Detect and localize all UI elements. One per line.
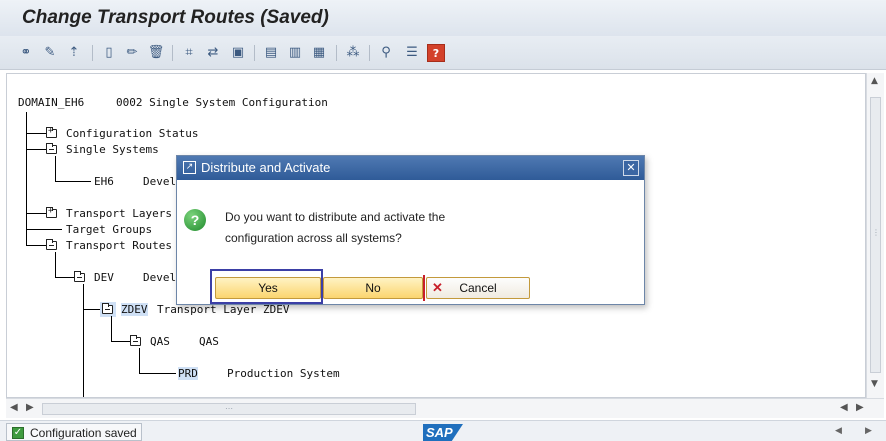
sap-logo: SAP [423, 424, 463, 441]
scroll-right-icon[interactable]: ▶ [26, 402, 34, 413]
status-bar: ✓ Configuration saved SAP ◀ ▶ [0, 420, 886, 441]
tree-item-transport-layers[interactable]: Transport Layers [66, 207, 172, 220]
tree-root-code[interactable]: DOMAIN_EH6 [18, 96, 84, 109]
tree-item-zdev-code[interactable]: ZDEV [121, 303, 148, 316]
scroll-right-icon[interactable]: ▶ [856, 402, 864, 413]
cancel-marker [423, 275, 425, 301]
tree-item-qas-code[interactable]: QAS [150, 335, 170, 348]
dialog-message-line1: Do you want to distribute and activate t… [225, 210, 446, 224]
tree-connector [55, 252, 56, 277]
cancel-label: Cancel [459, 281, 497, 295]
tree-connector [55, 181, 91, 182]
success-check-icon: ✓ [12, 427, 24, 439]
grip-icon: ⋯ [225, 404, 233, 413]
cancel-button[interactable]: ✕ Cancel [426, 277, 530, 299]
dialog-title: Distribute and Activate [201, 160, 331, 175]
tree-item-prd-desc: Production System [227, 367, 340, 380]
status-message-text: Configuration saved [30, 426, 137, 440]
toolbar-separator [92, 45, 93, 61]
status-message[interactable]: ✓ Configuration saved [6, 423, 142, 441]
toolbar-separator [254, 45, 255, 61]
tree-root-desc: 0002 Single System Configuration [116, 96, 328, 109]
grid-detail-icon[interactable]: ▥ [286, 44, 304, 62]
tree-item-dev-desc: Devel [143, 271, 177, 284]
tree-connector [55, 277, 74, 278]
status-right-arrow-icon[interactable]: ▶ [865, 426, 872, 436]
scroll-left-icon[interactable]: ◀ [10, 402, 18, 413]
tree-item-qas-desc: QAS [199, 335, 219, 348]
cancel-x-icon: ✕ [432, 280, 443, 295]
toolbar-separator [336, 45, 337, 61]
grid-icon[interactable]: ▤ [262, 44, 280, 62]
tree-connector [111, 341, 130, 342]
toolbar-separator [172, 45, 173, 61]
tree-connector [139, 373, 176, 374]
folder-open-icon[interactable] [130, 335, 141, 346]
folder-closed-icon[interactable] [46, 126, 57, 138]
find-icon[interactable]: ⚲ [377, 44, 395, 62]
tree-connector [26, 245, 46, 246]
folder-open-icon[interactable] [46, 239, 57, 250]
glasses-edit-icon[interactable]: ⚭ [17, 44, 35, 62]
tree-connector [26, 149, 46, 150]
vertical-scrollbar[interactable]: ▲ ⋮ ▼ [866, 73, 884, 398]
tree-connector [111, 316, 112, 341]
grid-export-icon[interactable]: ▦ [310, 44, 328, 62]
tree-connector [26, 229, 62, 230]
pencil-glasses-icon[interactable]: ✎ [41, 44, 59, 62]
tree-item-transport-routes[interactable]: Transport Routes [66, 239, 172, 252]
distribute-activate-dialog: ↗ Distribute and Activate ✕ ? Do you wan… [176, 155, 645, 305]
page-title: Change Transport Routes (Saved) [22, 7, 329, 28]
folder-closed-icon[interactable] [46, 206, 57, 218]
dialog-title-bar[interactable]: ↗ Distribute and Activate ✕ [177, 156, 644, 180]
scroll-down-icon[interactable]: ▼ [871, 379, 878, 389]
collapse-icon[interactable]: ⇄ [204, 44, 222, 62]
title-bar: Change Transport Routes (Saved) [0, 0, 886, 36]
edit-pencil-icon[interactable]: ✏ [123, 44, 141, 62]
tree-item-single-systems[interactable]: Single Systems [66, 143, 159, 156]
scroll-left-icon[interactable]: ◀ [840, 402, 848, 413]
no-button[interactable]: No [323, 277, 423, 299]
new-document-icon[interactable]: ▯ [100, 44, 118, 62]
tree-item-config-status[interactable]: Configuration Status [66, 127, 198, 140]
tree-connector [83, 284, 84, 397]
expand-icon[interactable]: ⌗ [180, 44, 198, 62]
tree-connector [139, 348, 140, 373]
yes-button[interactable]: Yes [215, 277, 321, 299]
tree-item-eh6-code[interactable]: EH6 [94, 175, 114, 188]
tree-item-dev-code[interactable]: DEV [94, 271, 114, 284]
folder-open-icon[interactable] [102, 303, 113, 314]
grip-icon: ⋮ [872, 228, 880, 237]
dialog-message: Do you want to distribute and activate t… [225, 207, 525, 249]
dialog-window-icon: ↗ [183, 161, 196, 174]
tree-connector [26, 213, 46, 214]
lock-icon[interactable]: ▣ [229, 44, 247, 62]
tree-connector [26, 133, 46, 134]
status-left-arrow-icon[interactable]: ◀ [835, 426, 842, 436]
tree-connector [55, 156, 56, 181]
dialog-message-line2: configuration across all systems? [225, 231, 402, 245]
tree-connector [83, 309, 100, 310]
horizontal-scrollbar[interactable]: ◀ ▶ ⋯ ◀ ▶ [6, 398, 884, 418]
delete-trash-icon[interactable]: 🗑 [147, 44, 165, 62]
config-icon[interactable]: ⁂ [344, 44, 362, 62]
scroll-up-icon[interactable]: ▲ [871, 76, 878, 86]
toolbar-separator [369, 45, 370, 61]
help-icon[interactable]: ? [427, 44, 445, 62]
notes-icon[interactable]: ☰ [403, 44, 421, 62]
question-icon: ? [184, 209, 206, 231]
tree-item-eh6-desc: Devel [143, 175, 177, 188]
folder-open-icon[interactable] [46, 143, 57, 154]
application-toolbar: ⚭ ✎ ⇡ ▯ ✏ 🗑 ⌗ ⇄ ▣ ▤ ▥ ▦ ⁂ ⚲ ☰ ? [0, 36, 886, 70]
vertical-scroll-thumb[interactable]: ⋮ [870, 97, 881, 373]
folder-open-icon[interactable] [74, 271, 85, 282]
close-icon[interactable]: ✕ [623, 160, 639, 176]
horizontal-scroll-thumb[interactable]: ⋯ [42, 403, 416, 415]
tree-item-target-groups[interactable]: Target Groups [66, 223, 152, 236]
hierarchy-up-icon[interactable]: ⇡ [65, 44, 83, 62]
tree-item-prd-code[interactable]: PRD [178, 367, 198, 380]
